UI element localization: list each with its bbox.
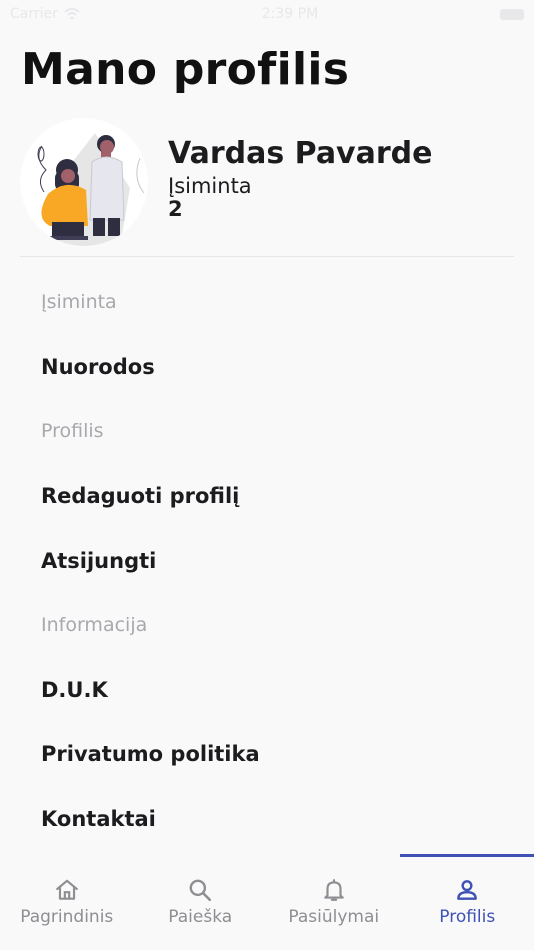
tab-profile-label: Profilis: [439, 907, 496, 927]
user-icon: [457, 880, 478, 900]
tab-home-label: Pagrindinis: [20, 907, 114, 927]
tab-offers[interactable]: Pasiūlymai: [267, 857, 401, 950]
tab-bar: Pagrindinis Paieška Pasiūlymai Profilis: [0, 857, 534, 950]
bell-icon: [324, 879, 344, 901]
tab-home[interactable]: Pagrindinis: [0, 857, 134, 950]
avatar: [20, 118, 148, 246]
search-icon: [189, 879, 212, 902]
contacts-item[interactable]: Kontaktai: [41, 807, 156, 831]
home-icon: [55, 879, 78, 900]
divider: [20, 256, 514, 257]
tab-offers-label: Pasiūlymai: [288, 907, 380, 927]
links-item[interactable]: Nuorodos: [41, 355, 155, 379]
avatar-illustration: [37, 133, 145, 246]
status-bar: Carrier 2:39 PM: [0, 0, 534, 28]
tab-profile[interactable]: Profilis: [401, 857, 534, 950]
wifi-icon: [64, 8, 80, 20]
profile-header: Vardas Pavarde Įsiminta 2: [20, 118, 514, 246]
page-title: Mano profilis: [21, 44, 350, 95]
status-left: Carrier: [10, 6, 80, 22]
logout-item[interactable]: Atsijungti: [41, 549, 156, 573]
saved-count: 2: [168, 197, 183, 221]
user-name: Vardas Pavarde: [168, 136, 433, 171]
section-info-heading: Informacija: [41, 614, 148, 636]
section-saved-heading: Įsiminta: [41, 291, 117, 313]
faq-item[interactable]: D.U.K: [41, 678, 108, 702]
saved-label: Įsiminta: [168, 174, 252, 198]
carrier-label: Carrier: [10, 6, 58, 22]
section-profile-heading: Profilis: [41, 420, 104, 442]
edit-profile-item[interactable]: Redaguoti profilį: [41, 484, 239, 508]
battery-icon: [500, 8, 524, 20]
status-time: 2:39 PM: [261, 6, 319, 22]
profile-info: Vardas Pavarde Įsiminta 2: [168, 136, 432, 221]
tab-search-label: Paieška: [168, 907, 233, 927]
tab-search[interactable]: Paieška: [134, 857, 268, 950]
privacy-policy-item[interactable]: Privatumo politika: [41, 742, 260, 766]
